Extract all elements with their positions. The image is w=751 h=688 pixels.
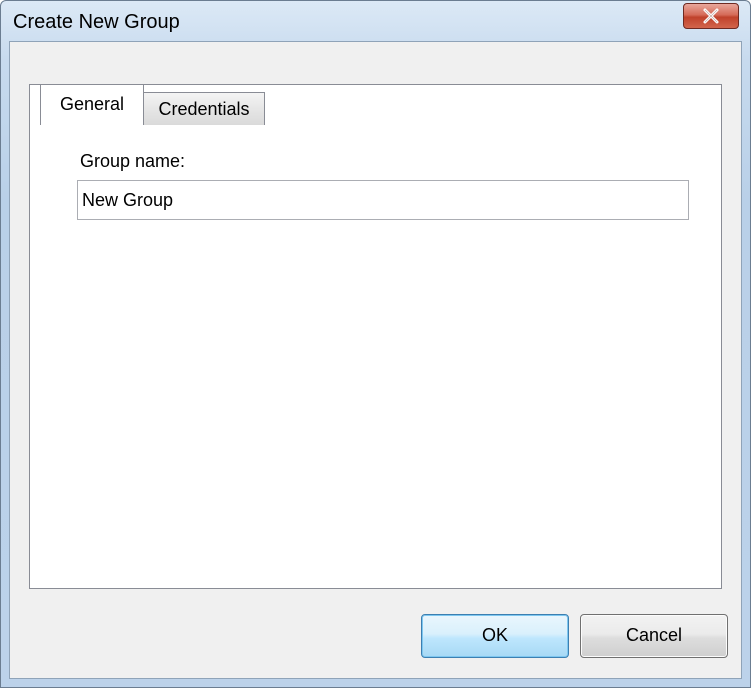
- ok-button[interactable]: OK: [421, 614, 569, 658]
- close-icon: [703, 8, 719, 24]
- window-title: Create New Group: [13, 11, 180, 33]
- tab-credentials[interactable]: Credentials: [144, 92, 265, 125]
- group-name-label: Group name:: [80, 151, 186, 171]
- tab-general[interactable]: General: [40, 84, 144, 125]
- cancel-button[interactable]: Cancel: [580, 614, 728, 658]
- close-button[interactable]: [683, 3, 739, 29]
- title-bar: Create New Group: [1, 1, 750, 41]
- group-name-input[interactable]: [77, 180, 689, 220]
